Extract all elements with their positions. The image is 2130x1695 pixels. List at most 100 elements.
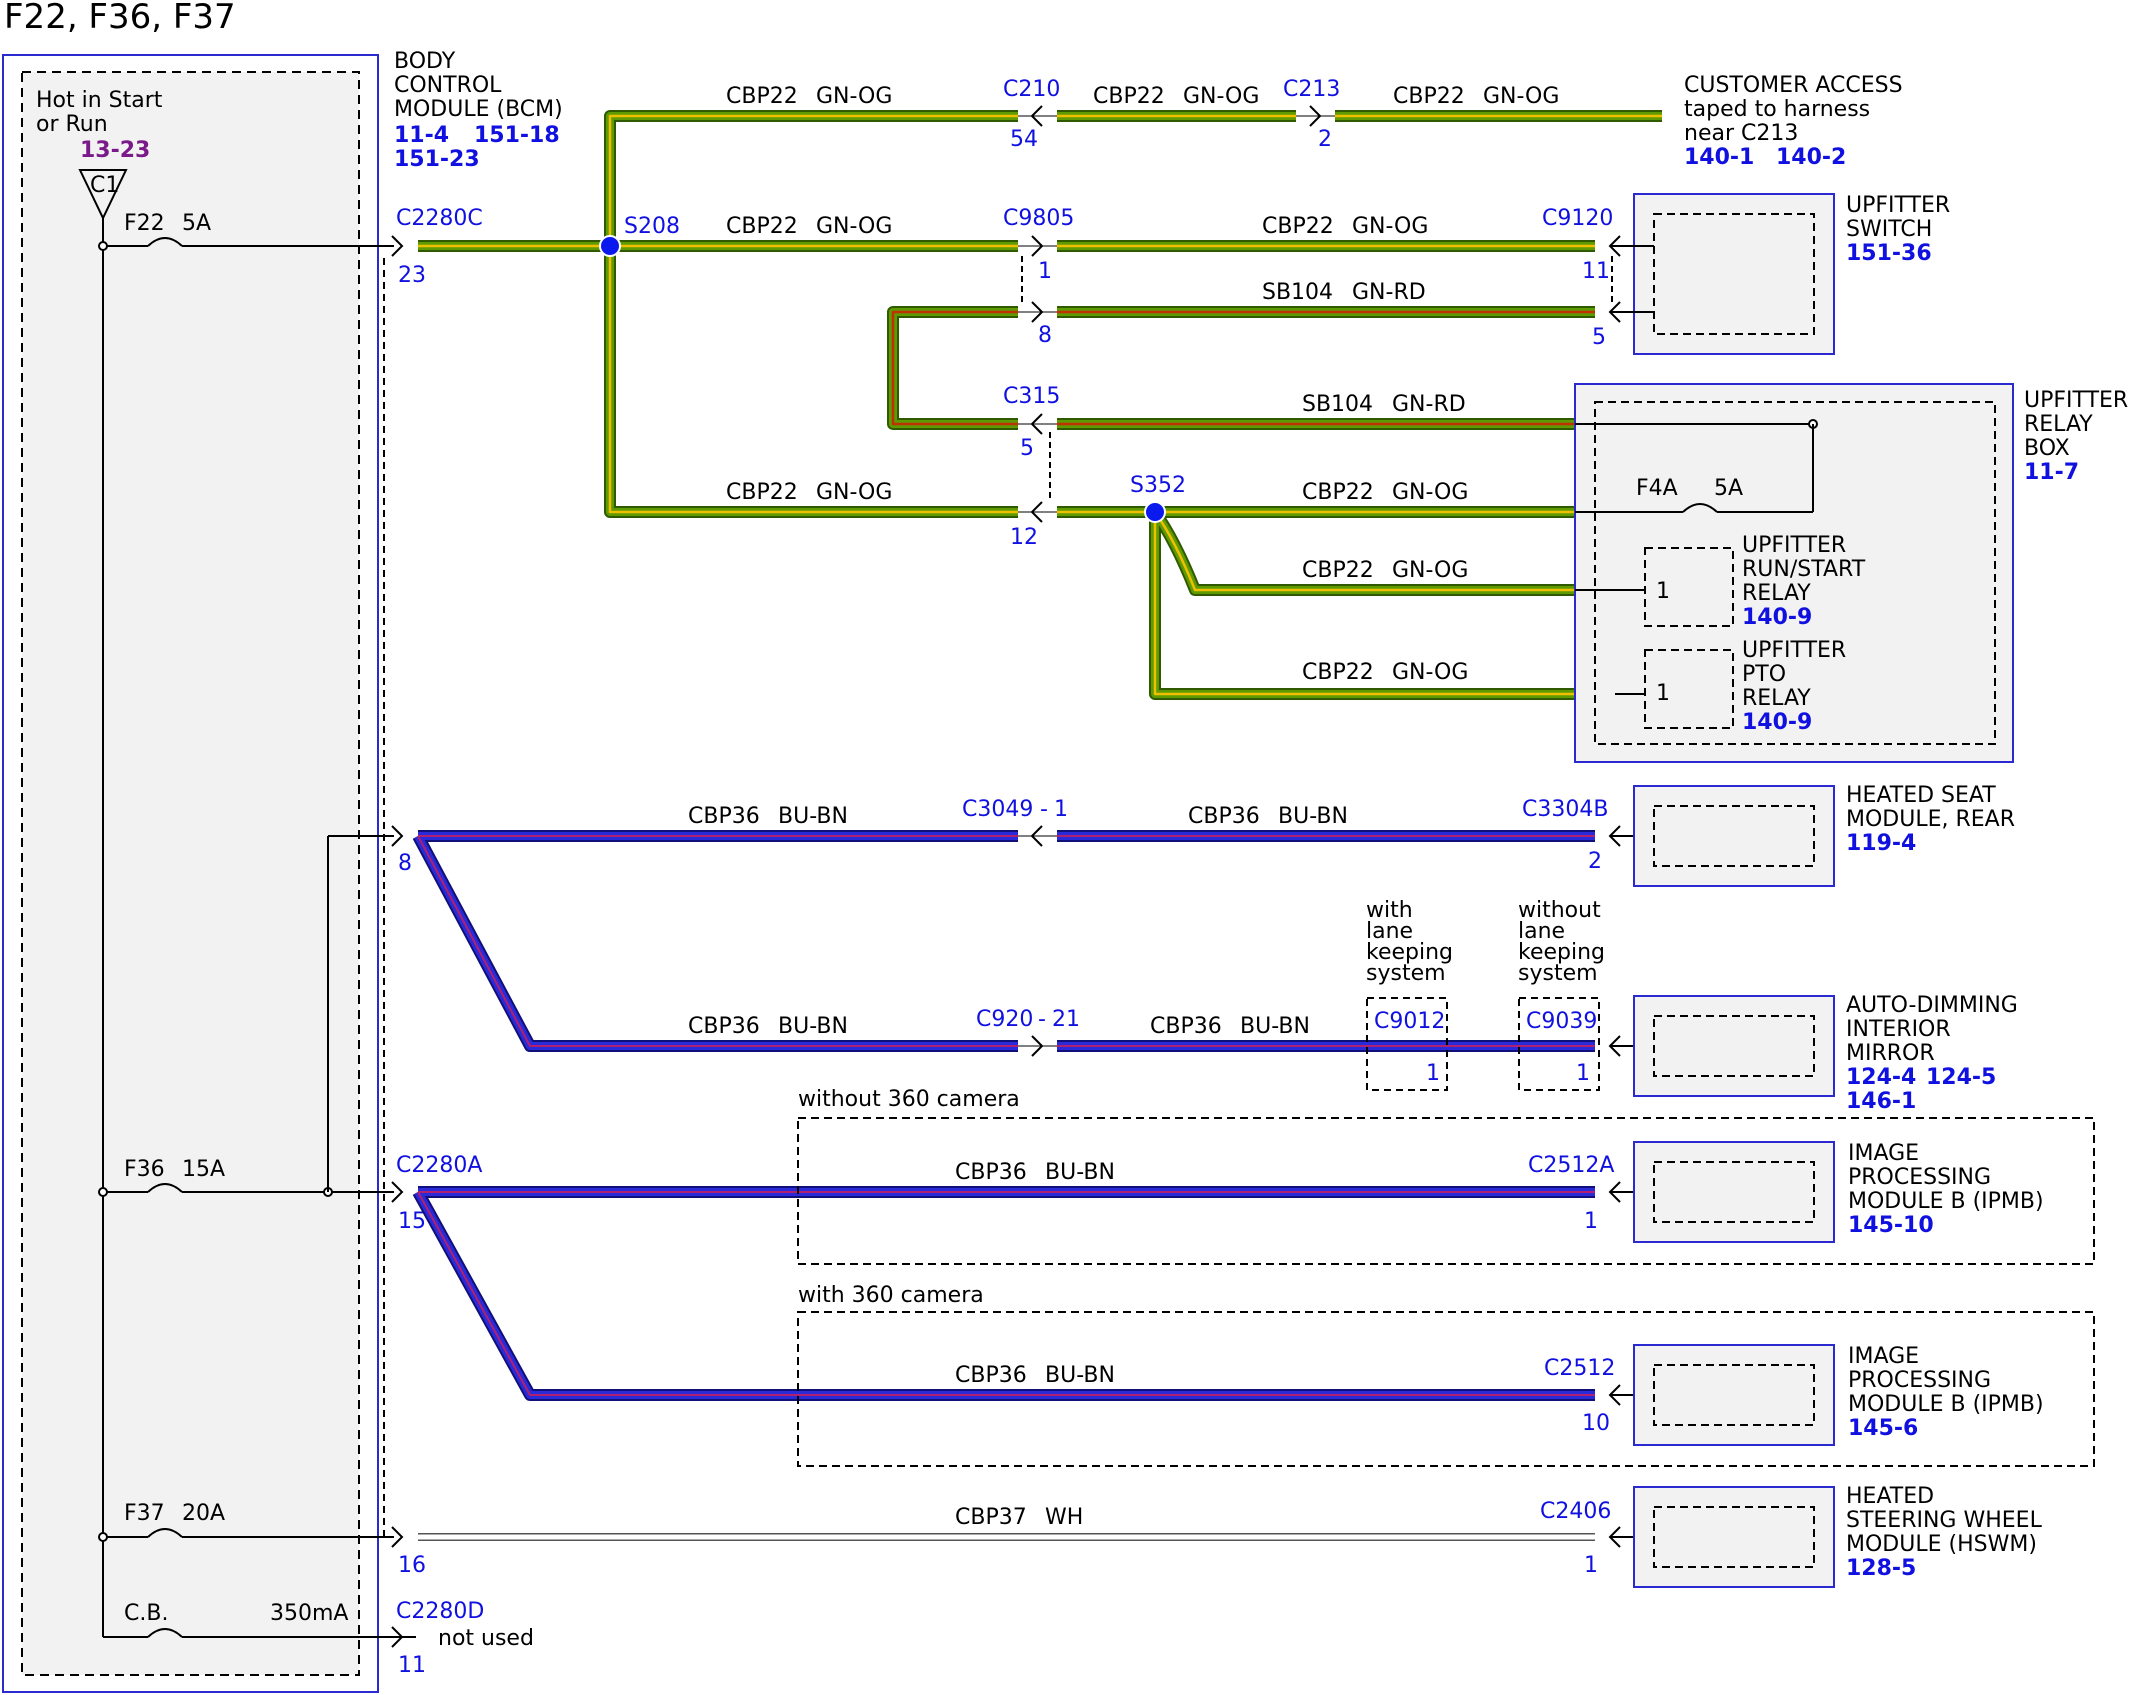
upfitter-switch: UPFITTER SWITCH 151-36 [1610,193,1950,355]
hot-label-line1: Hot in Start [36,88,163,113]
hot-label-line2: or Run [36,112,108,137]
c2512a-pin: 1 [1584,1209,1598,1234]
run-relay-pin: 1 [1656,579,1670,604]
blue-wire-labels: CBP36 BU-BN CBP36 BU-BN CBP36 BU-BN CBP3… [688,804,1348,1530]
relay-box-line1: UPFITTER [2024,388,2128,413]
wire-color: GN-RD [1352,280,1426,305]
wire-label: CBP22 [1093,84,1165,109]
hswm-line1: HEATED [1846,1484,1934,1509]
bcm-name-line2: CONTROL [394,73,502,98]
c3049-pin: 1 [1054,797,1068,822]
mirror-ref3: 146-1 [1846,1089,1916,1114]
wire-label: CBP36 [1150,1014,1222,1039]
wire-label: CBP22 [1302,558,1374,583]
c315-pin-b: 12 [1010,525,1038,550]
ipmb-b-line2: PROCESSING [1848,1368,1991,1393]
wire-color: BU-BN [778,804,848,829]
c315-pin-a: 5 [1020,436,1034,461]
c2280a-pin16: 16 [398,1553,426,1578]
c9120-label: C9120 [1542,206,1613,231]
wire-sb104-harness [887,306,1595,430]
upfitter-switch-line2: SWITCH [1846,217,1932,242]
f4a-rating: 5A [1714,476,1743,501]
c3049-dash: - [1040,797,1048,822]
c9805-pin-b: 8 [1038,323,1052,348]
wire-label: CBP36 [955,1363,1027,1388]
customer-access-ref1: 140-1 [1684,145,1754,170]
option-without-360: without 360 camera [798,1087,1020,1112]
c3304b-label: C3304B [1522,797,1608,822]
wire-label: CBP22 [1262,214,1334,239]
f22-label: F22 [124,211,165,236]
c210-label: C210 [1003,77,1060,102]
c2280c-label: C2280C [396,206,483,231]
customer-access-line2: taped to harness [1684,97,1870,122]
bcm-ref-2: 151-18 [474,123,560,148]
with-lks-line4: system [1366,961,1446,986]
c213-pin: 2 [1318,127,1332,152]
ipmb-a-line1: IMAGE [1848,1141,1919,1166]
wire-label: CBP22 [726,480,798,505]
c3049-label: C3049 [962,797,1033,822]
wire-color: BU-BN [1045,1363,1115,1388]
f36-label: F36 [124,1157,165,1182]
f22-rating: 5A [182,211,211,236]
pto-relay-line3: RELAY [1742,686,1811,711]
c3304b-pin: 2 [1588,849,1602,874]
ipmb-b-line3: MODULE B (IPMB) [1848,1392,2044,1417]
c2512-pin: 10 [1582,1411,1610,1436]
wire-color: WH [1045,1505,1083,1530]
hswm-ref: 128-5 [1846,1556,1916,1581]
c920-pin: 21 [1052,1007,1080,1032]
c9805-label: C9805 [1003,206,1074,231]
mirror-line1: AUTO-DIMMING [1846,993,2018,1018]
ipmb-a-line2: PROCESSING [1848,1165,1991,1190]
customer-access: CUSTOMER ACCESS taped to harness near C2… [1684,73,1903,170]
ipmb-b-ref: 145-6 [1848,1416,1918,1441]
c2280a-pin: 15 [398,1209,426,1234]
customer-access-line3: near C213 [1684,121,1798,146]
heated-seat-line1: HEATED SEAT [1846,783,1996,808]
hswm-line3: MODULE (HSWM) [1846,1532,2037,1557]
c2280c-pin8: 8 [398,851,412,876]
wire-color: GN-OG [1392,558,1468,583]
wire-label: CBP22 [1393,84,1465,109]
c9805-pin-a: 1 [1038,259,1052,284]
mirror-ref2: 124-5 [1926,1065,1996,1090]
heated-seat-module: HEATED SEAT MODULE, REAR 119-4 [1633,783,2015,887]
c9012-pin: 1 [1426,1061,1440,1086]
wire-label: SB104 [1262,280,1333,305]
c2280c-pin: 23 [398,263,426,288]
ipmb-a-line3: MODULE B (IPMB) [1848,1189,2044,1214]
c9120-pin-a: 11 [1582,259,1610,284]
mirror-ref1: 124-4 [1846,1065,1916,1090]
wire-label: SB104 [1302,392,1373,417]
run-relay-line1: UPFITTER [1742,533,1846,558]
c9012-label: C9012 [1374,1009,1445,1034]
f4a-label: F4A [1636,476,1678,501]
bcm-name-line1: BODY [394,49,456,74]
c2280d-label: C2280D [396,1599,484,1624]
wire-color: BU-BN [1278,804,1348,829]
wire-color: GN-OG [1483,84,1559,109]
pto-relay-pin: 1 [1656,681,1670,706]
pto-relay-ref: 140-9 [1742,710,1812,735]
wire-label: CBP36 [688,804,760,829]
bcm-module: BODY CONTROL MODULE (BCM) 11-4 151-18 15… [2,49,563,1693]
f37-label: F37 [124,1501,165,1526]
upfitter-switch-line1: UPFITTER [1846,193,1950,218]
ipmb-a-ref: 145-10 [1848,1213,1934,1238]
relay-box-line3: BOX [2024,436,2070,461]
wire-label: CBP36 [688,1014,760,1039]
upfitter-switch-ref: 151-36 [1846,241,1932,266]
wire-color: GN-OG [816,480,892,505]
splice-s208 [599,235,621,257]
cb-rating: 350mA [270,1601,348,1626]
mirror-line2: INTERIOR [1846,1017,1951,1042]
f36-rating: 15A [182,1157,225,1182]
relay-box-line2: RELAY [2024,412,2093,437]
c920-label: C920 [976,1007,1033,1032]
wire-color: GN-OG [1392,660,1468,685]
ipmb-module-a: C2512A 1 IMAGE PROCESSING MODULE B (IPMB… [1528,1141,2044,1243]
mirror-line3: MIRROR [1846,1041,1935,1066]
